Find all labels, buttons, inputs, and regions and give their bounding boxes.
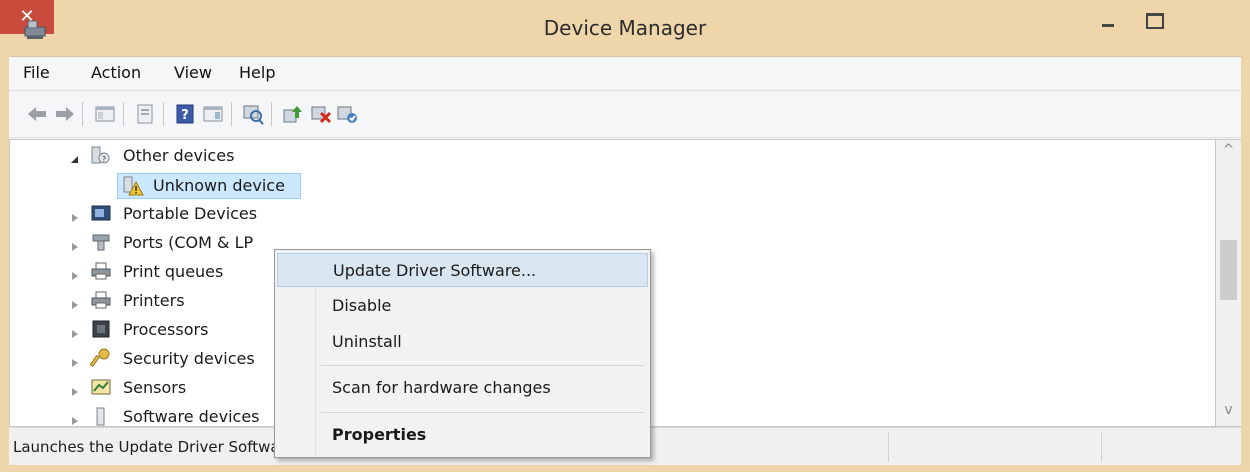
help-icon[interactable]: ? bbox=[173, 102, 197, 126]
show-hide-console-tree-icon[interactable] bbox=[93, 102, 117, 126]
expand-arrow-icon[interactable] bbox=[70, 271, 80, 281]
warning-device-icon bbox=[123, 176, 144, 196]
status-divider bbox=[1101, 432, 1102, 462]
update-driver-icon[interactable] bbox=[281, 102, 305, 126]
context-menu-label: Disable bbox=[332, 296, 392, 315]
context-menu-scan-hardware[interactable]: Scan for hardware changes bbox=[277, 371, 648, 405]
toolbar-separator bbox=[82, 102, 83, 126]
context-menu-label: Properties bbox=[332, 425, 427, 444]
software-device-icon bbox=[96, 407, 105, 426]
tree-node-portable-devices[interactable]: Portable Devices bbox=[123, 204, 257, 223]
context-menu-label: Update Driver Software... bbox=[333, 261, 537, 280]
expand-arrow-icon[interactable] bbox=[70, 213, 80, 223]
context-menu-uninstall[interactable]: Uninstall bbox=[277, 325, 648, 359]
processor-icon bbox=[92, 320, 110, 338]
tree-node-processors[interactable]: Processors bbox=[123, 320, 208, 339]
expand-arrow-icon[interactable] bbox=[70, 358, 80, 368]
tree-node-unknown-device[interactable]: Unknown device bbox=[153, 176, 285, 195]
toolbar: ? bbox=[9, 92, 1241, 138]
toolbar-separator bbox=[271, 102, 272, 126]
svg-text:?: ? bbox=[181, 108, 189, 123]
context-menu-label: Uninstall bbox=[332, 332, 402, 351]
context-menu-update-driver[interactable]: Update Driver Software... bbox=[277, 253, 648, 287]
context-menu-label: Scan for hardware changes bbox=[332, 378, 551, 397]
expand-arrow-icon[interactable] bbox=[70, 300, 80, 310]
context-menu-disable[interactable]: Disable bbox=[277, 289, 648, 323]
expand-arrow-icon[interactable] bbox=[70, 242, 80, 252]
maximize-button[interactable] bbox=[1136, 4, 1172, 34]
context-menu-separator bbox=[321, 412, 645, 413]
toolbar-separator bbox=[123, 102, 124, 126]
unknown-devices-folder-icon: ? bbox=[91, 146, 110, 164]
scroll-down-icon[interactable]: v bbox=[1216, 402, 1241, 424]
device-manager-window: Device Manager ✕ File Action View Help ?… bbox=[0, 0, 1250, 472]
menu-file[interactable]: File bbox=[23, 63, 50, 82]
sensor-icon bbox=[91, 379, 111, 395]
show-action-pane-icon[interactable] bbox=[201, 102, 225, 126]
uninstall-device-icon[interactable] bbox=[309, 102, 333, 126]
tree-node-ports[interactable]: Ports (COM & LP bbox=[123, 233, 253, 252]
printer-icon bbox=[91, 291, 111, 309]
scroll-up-icon[interactable]: ^ bbox=[1216, 142, 1241, 164]
tree-node-print-queues[interactable]: Print queues bbox=[123, 262, 223, 281]
expand-arrow-icon[interactable] bbox=[70, 155, 80, 165]
status-divider bbox=[888, 432, 889, 462]
title-bar[interactable]: Device Manager ✕ bbox=[0, 0, 1250, 58]
tree-node-sensors[interactable]: Sensors bbox=[123, 378, 186, 397]
toolbar-separator bbox=[163, 102, 164, 126]
scan-hardware-icon[interactable] bbox=[241, 102, 265, 126]
printer-icon bbox=[91, 262, 111, 280]
tree-node-security-devices[interactable]: Security devices bbox=[123, 349, 255, 368]
expand-arrow-icon[interactable] bbox=[70, 329, 80, 339]
context-menu-properties[interactable]: Properties bbox=[277, 418, 648, 452]
client-area: File Action View Help ? ? Other devices … bbox=[9, 56, 1241, 465]
svg-text:?: ? bbox=[102, 155, 106, 164]
port-icon bbox=[92, 234, 110, 251]
scroll-thumb[interactable] bbox=[1220, 240, 1237, 300]
properties-icon[interactable] bbox=[133, 102, 157, 126]
expand-arrow-icon[interactable] bbox=[70, 387, 80, 397]
expand-arrow-icon[interactable] bbox=[70, 416, 80, 426]
menu-help[interactable]: Help bbox=[239, 63, 275, 82]
window-title: Device Manager bbox=[543, 16, 707, 40]
context-menu-separator bbox=[321, 365, 645, 366]
toolbar-separator bbox=[231, 102, 232, 126]
menu-action[interactable]: Action bbox=[91, 63, 141, 82]
tree-node-printers[interactable]: Printers bbox=[123, 291, 185, 310]
key-icon bbox=[90, 348, 110, 368]
forward-arrow-icon[interactable] bbox=[53, 102, 77, 126]
minimize-button[interactable] bbox=[1090, 4, 1126, 34]
menu-view[interactable]: View bbox=[174, 63, 212, 82]
menu-bar: File Action View Help bbox=[9, 57, 1241, 91]
context-menu: Update Driver Software... Disable Uninst… bbox=[274, 249, 651, 458]
vertical-scrollbar[interactable]: ^ v bbox=[1216, 139, 1241, 427]
tree-node-other-devices[interactable]: Other devices bbox=[123, 146, 234, 165]
back-arrow-icon[interactable] bbox=[25, 102, 49, 126]
portable-device-icon bbox=[91, 205, 111, 221]
tree-node-software-devices[interactable]: Software devices bbox=[123, 407, 260, 426]
enable-device-icon[interactable] bbox=[335, 102, 359, 126]
